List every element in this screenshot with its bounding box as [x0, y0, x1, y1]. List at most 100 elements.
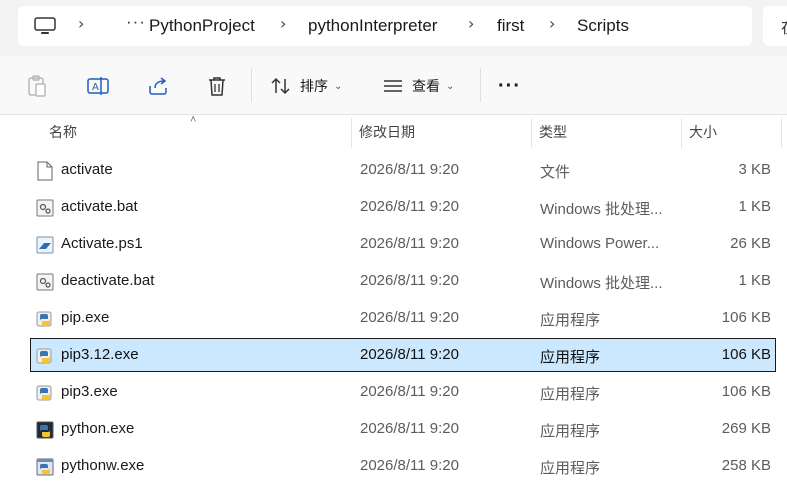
file-type: 应用程序 — [540, 312, 601, 329]
file-name: activate — [61, 161, 113, 178]
file-type: Windows 批处理... — [540, 201, 663, 218]
blank-file-icon — [36, 161, 54, 181]
file-size: 106 KB — [721, 346, 771, 363]
file-date: 2026/8/11 9:20 — [360, 383, 459, 400]
file-size: 258 KB — [721, 457, 771, 474]
file-name: deactivate.bat — [61, 272, 155, 289]
svg-text:A: A — [92, 82, 99, 93]
file-date: 2026/8/11 9:20 — [360, 198, 459, 215]
file-date: 2026/8/11 9:20 — [360, 346, 459, 363]
file-row[interactable]: pip.exe 2026/8/11 9:20 应用程序 106 KB — [30, 301, 776, 335]
column-header-name[interactable]: 名称 — [49, 122, 77, 142]
file-row[interactable]: deactivate.bat 2026/8/11 9:20 Windows 批处理.… — [30, 264, 776, 298]
file-type: 应用程序 — [540, 386, 601, 403]
file-name: pip3.12.exe — [61, 346, 139, 363]
column-header-date[interactable]: 修改日期 — [359, 122, 415, 142]
sort-icon — [271, 77, 290, 95]
python-console-icon — [36, 420, 54, 440]
python-window-icon — [36, 457, 54, 477]
breadcrumb-item-pythonproject[interactable]: PythonProject — [149, 16, 255, 36]
file-size: 1 KB — [738, 198, 771, 215]
column-divider[interactable] — [351, 118, 352, 148]
chevron-right-icon: › — [78, 14, 85, 33]
file-date: 2026/8/11 9:20 — [360, 457, 459, 474]
more-options-button[interactable]: ··· — [498, 70, 521, 102]
file-type: Windows Power... — [540, 235, 660, 252]
view-button[interactable]: 查看 ⌄ — [382, 70, 454, 102]
file-row[interactable]: python.exe 2026/8/11 9:20 应用程序 269 KB — [30, 412, 776, 446]
file-row[interactable]: pythonw.exe 2026/8/11 9:20 应用程序 258 KB — [30, 449, 776, 483]
toolbar-divider — [480, 68, 481, 102]
file-date: 2026/8/11 9:20 — [360, 272, 459, 289]
trash-icon — [209, 77, 225, 96]
toolbar-divider — [251, 68, 252, 102]
sort-button[interactable]: 排序 ⌄ — [270, 70, 342, 102]
file-date: 2026/8/11 9:20 — [360, 235, 459, 252]
powershell-file-icon — [36, 235, 54, 255]
column-header-size[interactable]: 大小 — [689, 122, 717, 142]
file-row[interactable]: Activate.ps1 2026/8/11 9:20 Windows Power.… — [30, 227, 776, 261]
column-header-type[interactable]: 类型 — [539, 122, 567, 142]
file-name: pip3.exe — [61, 383, 118, 400]
paste-button[interactable] — [26, 70, 48, 102]
command-bar: A 排序 ⌄ 查看 ⌄ ··· — [0, 56, 787, 115]
file-type: 应用程序 — [540, 349, 601, 366]
file-name: activate.bat — [61, 198, 138, 215]
file-size: 106 KB — [721, 383, 771, 400]
this-pc-icon[interactable] — [34, 17, 56, 35]
paste-icon — [28, 75, 46, 97]
file-size: 3 KB — [738, 161, 771, 178]
column-divider[interactable] — [681, 118, 682, 148]
address-bar-area: › ··· PythonProject › pythonInterpreter … — [0, 0, 787, 56]
column-divider[interactable] — [781, 118, 782, 148]
column-header-row: ˄ 名称 修改日期 类型 大小 — [0, 114, 787, 148]
batch-file-icon — [36, 198, 54, 218]
python-exe-icon — [36, 383, 54, 403]
chevron-right-icon: › — [468, 14, 475, 33]
file-name: pythonw.exe — [61, 457, 145, 474]
sort-ascending-icon: ˄ — [190, 114, 197, 126]
file-name: pip.exe — [61, 309, 110, 326]
file-type: 应用程序 — [540, 423, 601, 440]
chevron-down-icon: ⌄ — [446, 80, 455, 92]
file-type: 应用程序 — [540, 460, 601, 477]
address-bar[interactable]: › ··· PythonProject › pythonInterpreter … — [18, 6, 752, 46]
python-exe-icon — [36, 346, 54, 366]
file-row[interactable]: pip3.12.exe 2026/8/11 9:20 应用程序 106 KB — [30, 338, 776, 372]
delete-button[interactable] — [206, 70, 228, 102]
file-size: 26 KB — [730, 235, 771, 252]
search-box[interactable]: 在 — [763, 6, 787, 46]
file-size: 269 KB — [721, 420, 771, 437]
file-name: python.exe — [61, 420, 135, 437]
search-box-label: 在 — [781, 14, 787, 38]
share-icon — [149, 77, 167, 95]
more-options-icon: ··· — [498, 74, 521, 97]
rename-icon: A — [87, 77, 109, 95]
python-exe-icon — [36, 309, 54, 329]
breadcrumb-item-pythoninterpreter[interactable]: pythonInterpreter — [308, 16, 437, 36]
file-type: Windows 批处理... — [540, 275, 663, 292]
chevron-right-icon: › — [549, 14, 556, 33]
rename-button[interactable]: A — [86, 70, 110, 102]
file-row[interactable]: activate 2026/8/11 9:20 文件 3 KB — [30, 153, 776, 187]
view-label: 查看 — [412, 78, 440, 94]
view-list-icon — [384, 80, 402, 92]
file-date: 2026/8/11 9:20 — [360, 309, 459, 326]
column-divider[interactable] — [531, 118, 532, 148]
file-size: 106 KB — [721, 309, 771, 326]
file-row[interactable]: pip3.exe 2026/8/11 9:20 应用程序 106 KB — [30, 375, 776, 409]
chevron-down-icon: ⌄ — [334, 80, 343, 92]
file-name: Activate.ps1 — [61, 235, 143, 252]
sort-label: 排序 — [300, 78, 328, 94]
breadcrumb-overflow-button[interactable]: ··· — [126, 12, 146, 32]
file-row[interactable]: activate.bat 2026/8/11 9:20 Windows 批处理...… — [30, 190, 776, 224]
file-date: 2026/8/11 9:20 — [360, 161, 459, 178]
batch-file-icon — [36, 272, 54, 292]
file-type: 文件 — [540, 164, 571, 181]
file-date: 2026/8/11 9:20 — [360, 420, 459, 437]
breadcrumb-item-first[interactable]: first — [497, 16, 524, 36]
breadcrumb-item-scripts[interactable]: Scripts — [577, 16, 629, 36]
chevron-right-icon: › — [280, 14, 287, 33]
share-button[interactable] — [146, 70, 170, 102]
file-size: 1 KB — [738, 272, 771, 289]
